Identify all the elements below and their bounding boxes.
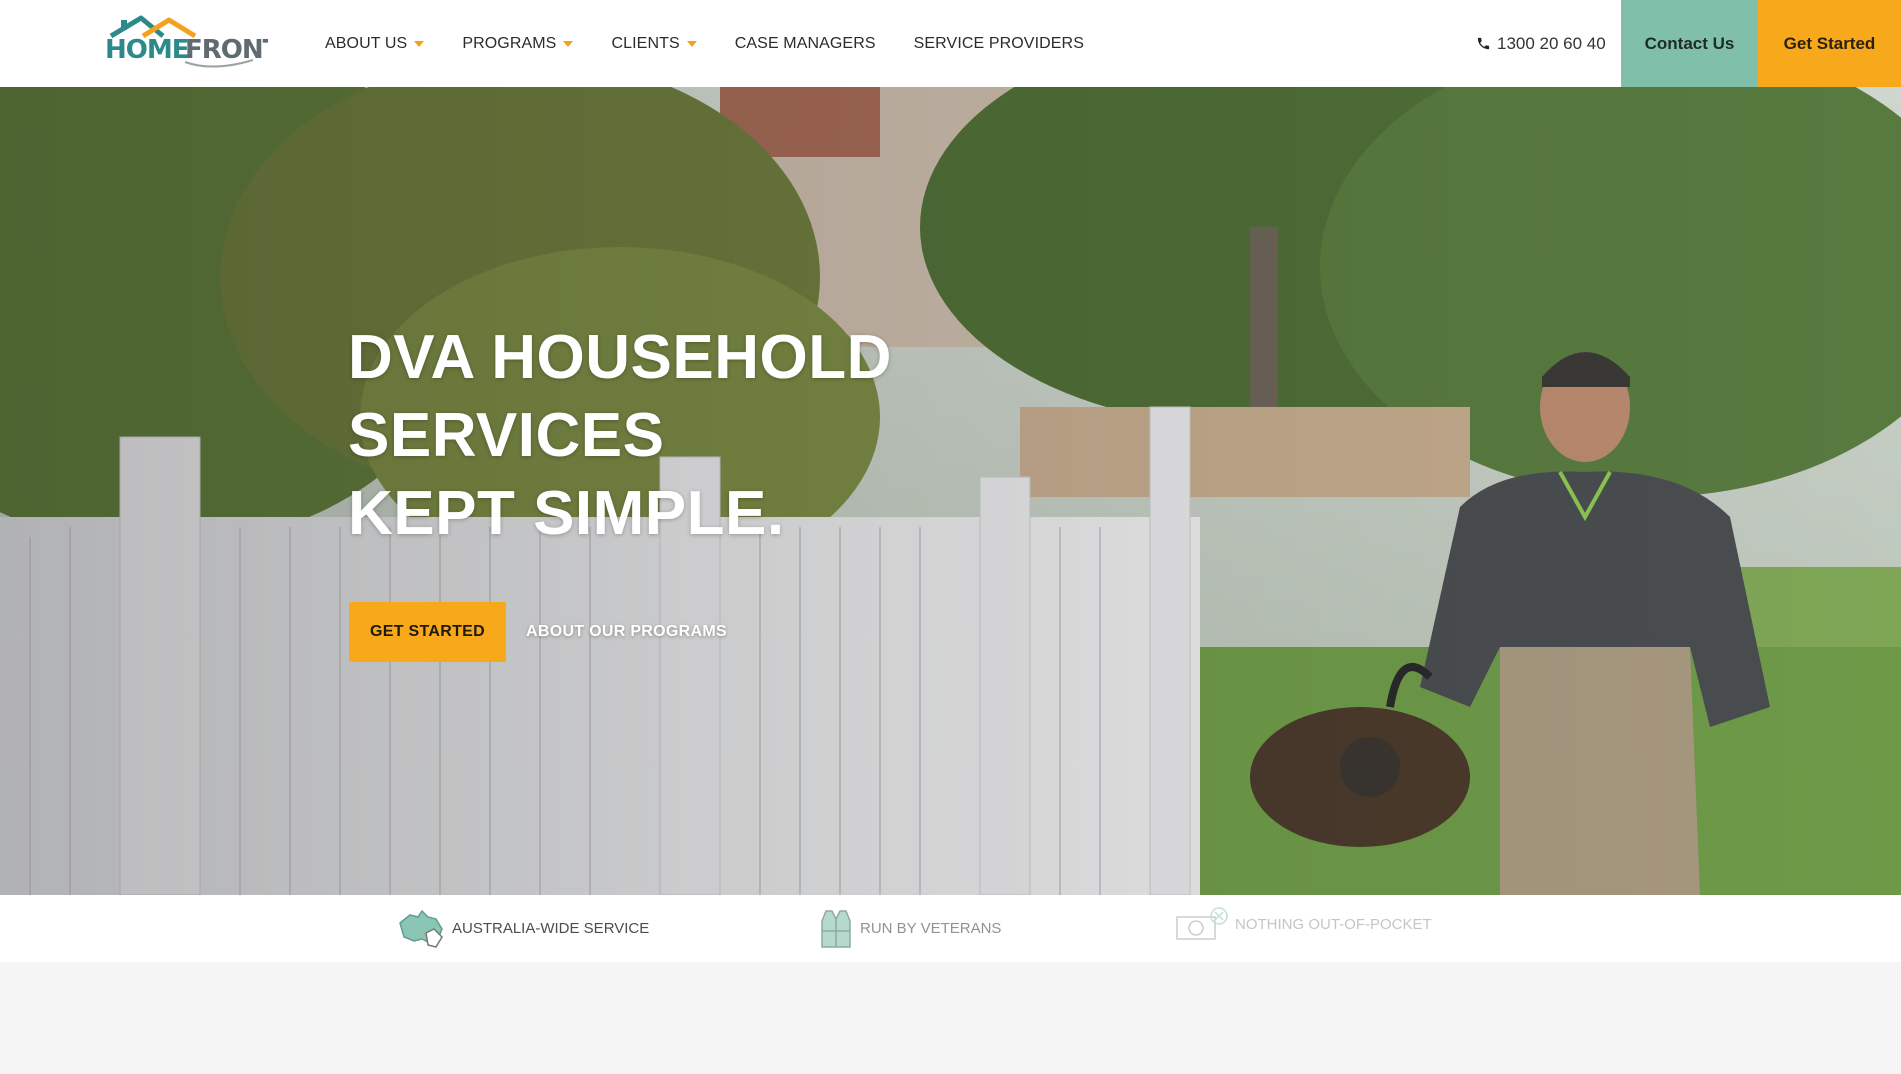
feature-nothing-out-of-pocket: NOTHING OUT-OF-POCKET [1175, 891, 1432, 958]
feature-nothing-out-of-pocket-label: NOTHING OUT-OF-POCKET [1235, 916, 1432, 933]
svg-text:FRONT: FRONT [185, 35, 268, 65]
nav-about-us-label: ABOUT US [325, 34, 408, 52]
hero-title: DVA HOUSEHOLD SERVICES KEPT SIMPLE. [348, 319, 1048, 553]
hero-section: DVA HOUSEHOLD SERVICES KEPT SIMPLE. GET … [0, 87, 1901, 895]
homefront-logo[interactable]: HOME FRONT [103, 14, 282, 72]
phone-icon [1477, 37, 1490, 50]
feature-run-by-veterans: RUN BY VETERANS [818, 895, 1001, 962]
hero-title-line-3: KEPT SIMPLE. [348, 479, 785, 548]
nav-service-providers-label: SERVICE PROVIDERS [913, 34, 1084, 52]
homefront-logo-icon: HOME FRONT [105, 15, 282, 68]
nav-clients-label: CLIENTS [611, 34, 680, 52]
main-nav: ABOUT US PROGRAMS CLIENTS CASE MANAGERS … [325, 0, 1122, 87]
feature-australia-wide: AUSTRALIA-WIDE SERVICE [396, 895, 649, 962]
hero-title-line-2: SERVICES [348, 401, 665, 470]
money-icon [1176, 906, 1228, 940]
site-header: HOME FRONT ABOUT US PROGRAMS CLIENTS CAS… [0, 0, 1901, 87]
get-started-button[interactable]: Get Started [1758, 0, 1901, 87]
feature-australia-wide-label: AUSTRALIA-WIDE SERVICE [452, 920, 650, 937]
vest-icon [821, 909, 851, 948]
nav-service-providers[interactable]: SERVICE PROVIDERS [914, 35, 1084, 53]
feature-run-by-veterans-label: RUN BY VETERANS [860, 920, 1002, 937]
nav-about-us[interactable]: ABOUT US [325, 34, 425, 53]
features-strip: AUSTRALIA-WIDE SERVICE RUN BY VETERANS N… [0, 895, 1901, 962]
hero-title-line-1: DVA HOUSEHOLD [348, 323, 892, 392]
chevron-down-icon [686, 40, 697, 47]
nav-case-managers[interactable]: CASE MANAGERS [735, 35, 876, 53]
chevron-down-icon [414, 40, 425, 47]
nav-programs[interactable]: PROGRAMS [462, 34, 574, 53]
contact-us-button[interactable]: Contact Us [1621, 0, 1758, 87]
page-lower-section [0, 962, 1901, 1074]
phone-link[interactable]: 1300 20 60 40 [1476, 0, 1606, 87]
svg-text:HOME: HOME [105, 35, 189, 65]
about-our-programs-link[interactable]: ABOUT OUR PROGRAMS [526, 602, 727, 662]
australia-map-icon [399, 909, 443, 948]
nav-case-managers-label: CASE MANAGERS [734, 34, 876, 52]
nav-clients[interactable]: CLIENTS [611, 34, 697, 53]
hero-get-started-button[interactable]: GET STARTED [349, 602, 506, 662]
nav-programs-label: PROGRAMS [462, 34, 557, 52]
chevron-down-icon [563, 40, 574, 47]
phone-number: 1300 20 60 40 [1497, 33, 1606, 53]
